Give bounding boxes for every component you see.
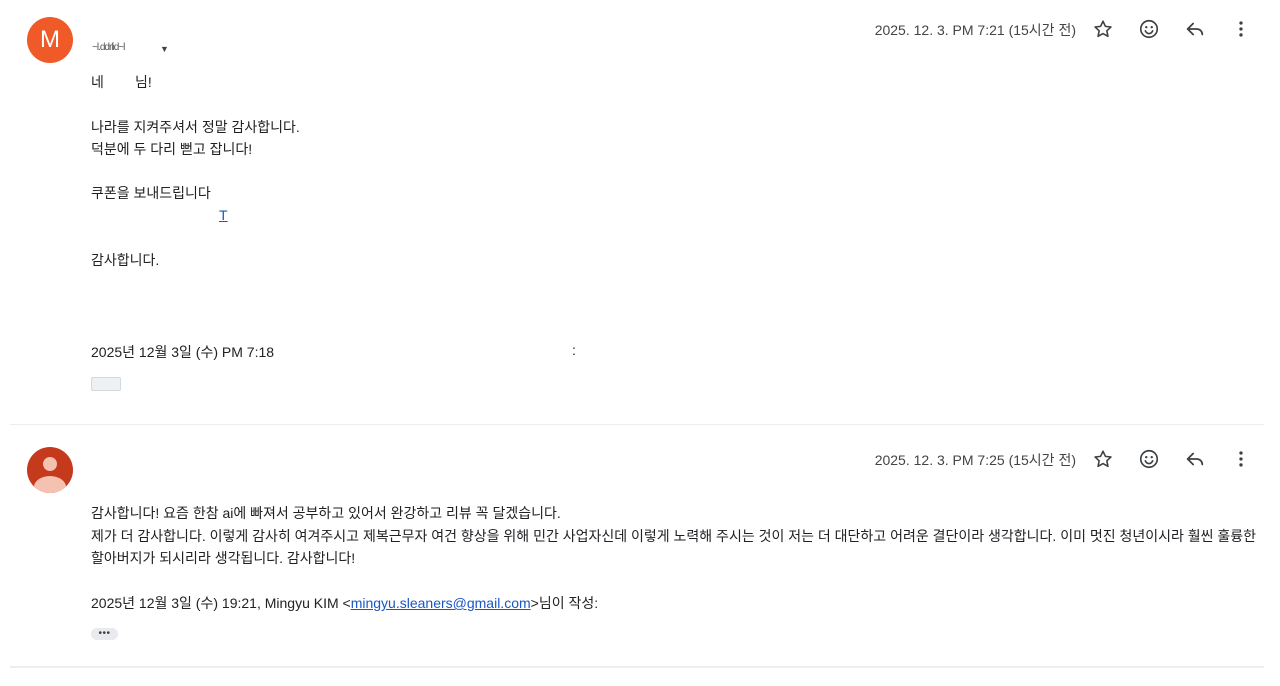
more-icon[interactable] [1218,445,1264,473]
message-timestamp: 2025. 12. 3. PM 7:25 (15시간 전) [874,452,1076,468]
more-icon[interactable] [1218,15,1264,43]
avatar-letter: M [40,26,60,53]
emoji-icon[interactable] [1126,445,1172,473]
avatar-body [34,476,66,493]
chevron-down-icon[interactable]: ▼ [160,44,169,54]
message-actions [1080,445,1264,473]
sender-avatar[interactable]: M [27,17,73,63]
reply-icon[interactable] [1172,445,1218,473]
quoted-header-tail: : [572,342,576,358]
quoted-header-prefix: 2025년 12월 3일 (수) 19:21, Mingyu KIM < [91,595,351,611]
attachment-thumbnail[interactable] [91,377,121,391]
sender-name[interactable]: ~l.ddrlid~l [92,42,125,53]
star-icon[interactable] [1080,445,1126,473]
sender-avatar[interactable] [27,447,73,493]
emoji-icon[interactable] [1126,15,1172,43]
reply-icon[interactable] [1172,15,1218,43]
message-body: 감사합니다! 요즘 한참 ai에 빠져서 공부하고 있어서 완강하고 리뷰 꼭 … [91,505,1257,566]
quoted-header: 2025년 12월 3일 (수) PM 7:18 [91,344,275,360]
quoted-header: 2025년 12월 3일 (수) 19:21, Mingyu KIM <ming… [91,593,598,613]
show-trimmed-content-button[interactable]: ••• [91,628,118,640]
avatar-head [43,457,57,471]
message-body: 네 님! 나라를 지켜주셔서 정말 감사합니다. 덕분에 두 다리 뻗고 잡니다… [91,74,300,269]
coupon-link[interactable]: T [219,207,228,223]
quoted-header-suffix: >님이 작성: [530,595,599,611]
message-timestamp: 2025. 12. 3. PM 7:21 (15시간 전) [874,22,1076,38]
star-icon[interactable] [1080,15,1126,43]
quoted-email-link[interactable]: mingyu.sleaners@gmail.com [351,595,531,611]
email-message-2: 2025. 12. 3. PM 7:25 (15시간 전) 감사합니다! 요즘 … [10,425,1264,668]
email-message-1: M ~l.ddrlid~l ▼ 2025. 12. 3. PM 7:21 (15… [10,0,1264,425]
message-actions [1080,15,1264,43]
